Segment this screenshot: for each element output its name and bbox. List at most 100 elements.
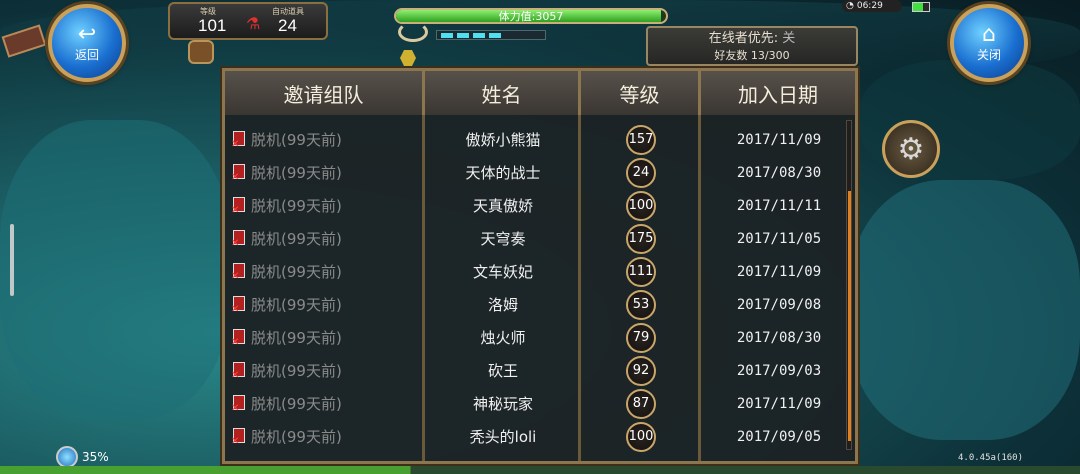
table-row[interactable]: ✕ 脱机(99天前) 文车妖妃 111 2017/11/09: [225, 255, 845, 288]
table-row[interactable]: ✕ 脱机(99天前) 傲娇小熊猫 157 2017/11/09: [225, 123, 845, 156]
table-row[interactable]: ✕ 脱机(99天前) 砍王 92 2017/09/03: [225, 354, 845, 387]
online-priority-label: 在线者优先:: [708, 31, 779, 46]
side-handle[interactable]: [10, 224, 14, 296]
table-row[interactable]: ✕ 脱机(99天前) 天体的战士 24 2017/08/30: [225, 156, 845, 189]
online-priority-box[interactable]: 在线者优先: 关 好友数 13/300: [646, 26, 858, 66]
header-name[interactable]: 姓名: [425, 71, 581, 115]
level-cell: 24: [581, 156, 701, 189]
status-text: 脱机(99天前): [251, 230, 342, 248]
player-level: 101: [198, 16, 227, 35]
date-cell: 2017/08/30: [736, 329, 822, 346]
back-label: 返回: [74, 47, 99, 62]
table-row[interactable]: ✕ 脱机(99天前) 神秘玩家 87 2017/11/09: [225, 387, 845, 420]
level-badge: 111: [626, 256, 656, 287]
header-level[interactable]: 等级: [581, 71, 701, 115]
clock-time: 06:29: [856, 1, 883, 11]
level-cell: 175: [581, 222, 701, 255]
name-cell[interactable]: 洛姆: [425, 288, 581, 321]
name-cell[interactable]: 傲娇小熊猫: [425, 123, 581, 156]
level-badge: 53: [626, 289, 656, 320]
status-text: 脱机(99天前): [251, 296, 342, 314]
energy-bar: [436, 30, 546, 40]
table-row[interactable]: ✕ 脱机(99天前) 洛姆 53 2017/09/08: [225, 288, 845, 321]
status-cell[interactable]: ✕ 脱机(99天前): [231, 387, 427, 420]
header-invite[interactable]: 邀请组队: [225, 71, 425, 115]
friends-count: 好友数 13/300: [714, 49, 790, 62]
date-cell: 2017/11/09: [736, 131, 822, 148]
name-cell[interactable]: 文车妖妃: [425, 255, 581, 288]
version-text: 4.0.45a(160): [958, 453, 1024, 463]
online-priority-line: 在线者优先: 关: [648, 30, 856, 47]
offline-doc-icon: ✕: [231, 262, 247, 282]
level-badge: 87: [626, 388, 656, 419]
status-cell[interactable]: ✕ 脱机(99天前): [231, 222, 427, 255]
name-cell[interactable]: 天真傲娇: [425, 189, 581, 222]
progress-icon: [56, 446, 78, 468]
date-cell: 2017/11/05: [736, 230, 822, 247]
name-cell[interactable]: 砍王: [425, 354, 581, 387]
energy-segment: [457, 33, 469, 38]
status-cell[interactable]: ✕ 脱机(99天前): [231, 288, 427, 321]
potion-icon: ⚗: [246, 14, 261, 33]
status-cell[interactable]: ✕ 脱机(99天前): [231, 189, 427, 222]
status-cell[interactable]: ✕ 脱机(99天前): [231, 354, 427, 387]
scroll-thumb[interactable]: [848, 191, 851, 441]
status-cell[interactable]: ✕ 脱机(99天前): [231, 321, 427, 354]
swirl-icon: [398, 22, 428, 42]
level-cell: 100: [581, 420, 701, 453]
back-button[interactable]: ↩ 返回: [48, 4, 126, 82]
date-cell: 2017/09/08: [736, 296, 822, 313]
bottom-progress-bar: [0, 466, 1080, 474]
name-cell[interactable]: 天体的战士: [425, 156, 581, 189]
settings-button[interactable]: ⚙: [882, 120, 940, 178]
table-row[interactable]: ✕ 脱机(99天前) 天穹奏 175 2017/11/05: [225, 222, 845, 255]
clock-icon: ◔: [846, 1, 854, 11]
table-row[interactable]: ✕ 脱机(99天前) 秃头的loli 100 2017/09/05: [225, 420, 845, 453]
offline-doc-icon: ✕: [231, 196, 247, 216]
status-cell[interactable]: ✕ 脱机(99天前): [231, 156, 427, 189]
energy-segment: [441, 33, 453, 38]
stamina-bar: 体力值:3057: [394, 8, 668, 24]
level-cell: 111: [581, 255, 701, 288]
close-button[interactable]: ⌂ 关闭: [950, 4, 1028, 82]
scrollbar[interactable]: [846, 120, 852, 450]
level-badge: 100: [626, 190, 656, 221]
offline-doc-icon: ✕: [231, 361, 247, 381]
status-cell[interactable]: ✕ 脱机(99天前): [231, 123, 427, 156]
level-cell: 87: [581, 387, 701, 420]
online-priority-value: 关: [782, 31, 796, 46]
back-arrow-icon: ↩: [77, 21, 97, 47]
status-text: 脱机(99天前): [251, 329, 342, 347]
date-cell: 2017/11/11: [736, 197, 822, 214]
date-cell: 2017/09/05: [736, 428, 822, 445]
bag-icon[interactable]: [188, 40, 214, 64]
name-cell[interactable]: 烛火师: [425, 321, 581, 354]
status-cell[interactable]: ✕ 脱机(99天前): [231, 420, 427, 453]
table-row[interactable]: ✕ 脱机(99天前) 烛火师 79 2017/08/30: [225, 321, 845, 354]
name-cell[interactable]: 秃头的loli: [425, 420, 581, 453]
player-stat-panel: 等级 101 ⚗ 自动道具 24: [168, 2, 328, 40]
level-cell: 92: [581, 354, 701, 387]
offline-doc-icon: ✕: [231, 130, 247, 150]
header-join-date[interactable]: 加入日期: [701, 71, 855, 115]
level-badge: 157: [626, 124, 656, 155]
status-text: 脱机(99天前): [251, 395, 342, 413]
status-text: 脱机(99天前): [251, 131, 342, 149]
home-icon: ⌂: [982, 21, 996, 47]
status-text: 脱机(99天前): [251, 362, 342, 380]
table-row[interactable]: ✕ 脱机(99天前) 天真傲娇 100 2017/11/11: [225, 189, 845, 222]
auto-item-count: 24: [278, 16, 297, 35]
level-cell: 157: [581, 123, 701, 156]
date-cell: 2017/08/30: [736, 164, 822, 181]
friends-table: 邀请组队 姓名 等级 加入日期 ✕ 脱机(99天前) 傲娇小熊猫 157 2017/11…: [222, 68, 858, 464]
offline-doc-icon: ✕: [231, 427, 247, 447]
level-cell: 100: [581, 189, 701, 222]
offline-doc-icon: ✕: [231, 328, 247, 348]
name-cell[interactable]: 神秘玩家: [425, 387, 581, 420]
level-badge: 79: [626, 322, 656, 353]
status-cell[interactable]: ✕ 脱机(99天前): [231, 255, 427, 288]
status-text: 脱机(99天前): [251, 164, 342, 182]
level-badge: 92: [626, 355, 656, 386]
status-text: 脱机(99天前): [251, 197, 342, 215]
name-cell[interactable]: 天穹奏: [425, 222, 581, 255]
